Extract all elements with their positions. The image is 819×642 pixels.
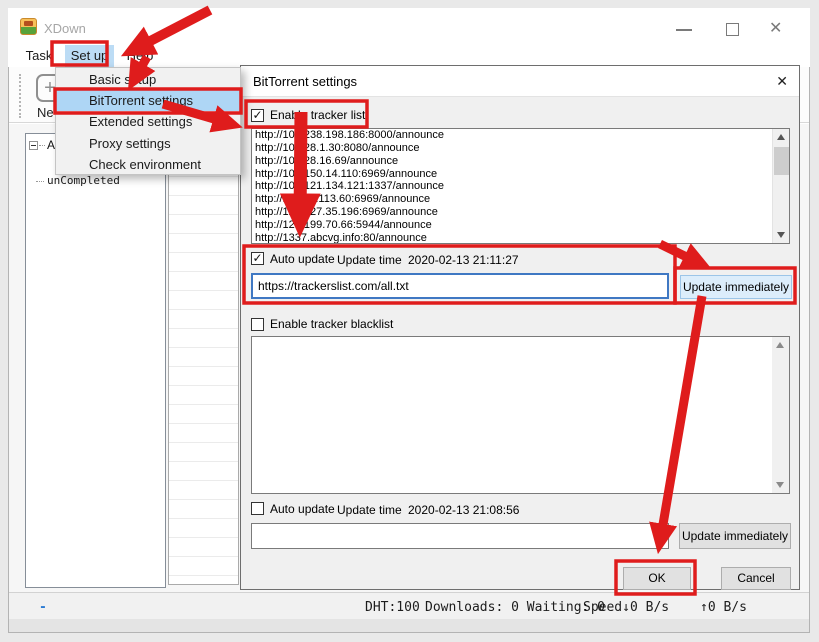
menu-item-basic-setup[interactable]: Basic setup xyxy=(56,69,240,90)
close-icon[interactable]: ✕ xyxy=(769,20,782,38)
menu-setup[interactable]: Set up xyxy=(65,45,114,67)
status-bar: - DHT:100 Downloads: 0 Waiting: 0 Speed↓… xyxy=(9,592,809,619)
update-time-label-2: Update time xyxy=(337,503,402,517)
setup-dropdown-menu: Basic setup BitTorrent settings Extended… xyxy=(55,67,241,175)
enable-tracker-blacklist-label: Enable tracker blacklist xyxy=(270,317,393,331)
tracker-url[interactable]: http://104.238.198.186:8000/announce xyxy=(252,129,789,142)
tracker-url[interactable]: http://114.55.113.60:6969/announce xyxy=(252,193,789,206)
window-title: XDown xyxy=(44,21,86,36)
tree-node-uncompleted-label: unCompleted xyxy=(47,174,120,187)
app-icon xyxy=(20,18,37,35)
update-time-value-1: 2020-02-13 21:11:27 xyxy=(408,253,519,267)
menu-item-extended-settings[interactable]: Extended settings xyxy=(56,111,240,132)
status-speed-down: Speed↓0 B/s xyxy=(583,600,669,615)
menu-item-proxy-settings[interactable]: Proxy settings xyxy=(56,133,240,154)
tracker-url[interactable]: http://1337.abcvg.info:80/announce xyxy=(252,232,789,244)
status-speed-up: ↑0 B/s xyxy=(700,600,747,615)
menu-help[interactable]: Help xyxy=(118,45,162,67)
tracker-list[interactable]: http://104.238.198.186:8000/announce htt… xyxy=(251,128,790,244)
tracker-url[interactable]: http://128.199.70.66:5944/announce xyxy=(252,219,789,232)
tree-connector xyxy=(39,145,45,146)
tracker-url[interactable]: http://107.150.14.110:6969/announce xyxy=(252,168,789,181)
menu-task[interactable]: Task xyxy=(16,45,62,67)
blacklist-scrollbar[interactable] xyxy=(772,337,789,493)
tracker-url[interactable]: http://125.227.35.196:6969/announce xyxy=(252,206,789,219)
dialog-close-icon[interactable]: ✕ xyxy=(776,73,788,90)
auto-update-checkbox-2[interactable] xyxy=(251,502,264,515)
update-time-value-2: 2020-02-13 21:08:56 xyxy=(408,503,519,517)
enable-tracker-list-label: Enable tracker list xyxy=(270,108,365,122)
auto-update-label-2: Auto update xyxy=(270,502,335,516)
tree-connector xyxy=(36,181,44,182)
blacklist-url-input[interactable] xyxy=(251,523,669,549)
status-dht: DHT:100 xyxy=(365,600,420,615)
update-immediately-button-1[interactable]: Update immediately xyxy=(680,275,792,299)
maximize-icon[interactable] xyxy=(726,23,739,36)
tracker-list-scrollbar[interactable] xyxy=(772,129,789,243)
tree-collapse-icon[interactable] xyxy=(29,141,38,150)
category-tree-panel: All unCompleted xyxy=(25,133,166,588)
scroll-down-icon[interactable] xyxy=(773,227,790,243)
menu-item-check-environment[interactable]: Check environment xyxy=(56,154,240,175)
menu-item-bittorrent-settings[interactable]: BitTorrent settings xyxy=(56,90,240,111)
task-list-panel xyxy=(168,123,239,585)
menu-bar: Task Set up Help xyxy=(8,45,810,67)
window-bottom-strip xyxy=(9,619,809,632)
ok-button[interactable]: OK xyxy=(623,567,691,590)
scroll-down-icon[interactable] xyxy=(772,477,789,493)
dialog-title: BitTorrent settings xyxy=(253,66,357,97)
title-bar: XDown xyxy=(8,8,810,45)
tracker-url[interactable]: http://104.28.1.30:8080/announce xyxy=(252,142,789,155)
scroll-up-icon[interactable] xyxy=(773,129,790,145)
auto-update-checkbox-1[interactable] xyxy=(251,252,264,265)
enable-tracker-blacklist-checkbox[interactable] xyxy=(251,318,264,331)
tracker-list-url-input[interactable] xyxy=(251,273,669,299)
tracker-blacklist-textarea[interactable] xyxy=(251,336,790,494)
enable-tracker-list-checkbox[interactable] xyxy=(251,109,264,122)
update-time-label-1: Update time xyxy=(337,253,402,267)
tracker-url[interactable]: http://104.28.16.69/announce xyxy=(252,155,789,168)
status-dash: - xyxy=(39,600,47,615)
auto-update-label-1: Auto update xyxy=(270,252,335,266)
minimize-icon[interactable] xyxy=(676,29,692,31)
cancel-button[interactable]: Cancel xyxy=(721,567,791,590)
toolbar-grip xyxy=(19,74,22,118)
dialog-title-bar: BitTorrent settings ✕ xyxy=(241,66,799,97)
scrollbar-thumb[interactable] xyxy=(774,147,789,175)
scroll-up-icon[interactable] xyxy=(772,337,789,353)
bittorrent-settings-dialog: BitTorrent settings ✕ Enable tracker lis… xyxy=(240,65,800,590)
update-immediately-button-2[interactable]: Update immediately xyxy=(679,523,791,549)
tracker-url[interactable]: http://109.121.134.121:1337/announce xyxy=(252,180,789,193)
status-downloads: Downloads: 0 Waiting: 0 xyxy=(425,600,605,615)
